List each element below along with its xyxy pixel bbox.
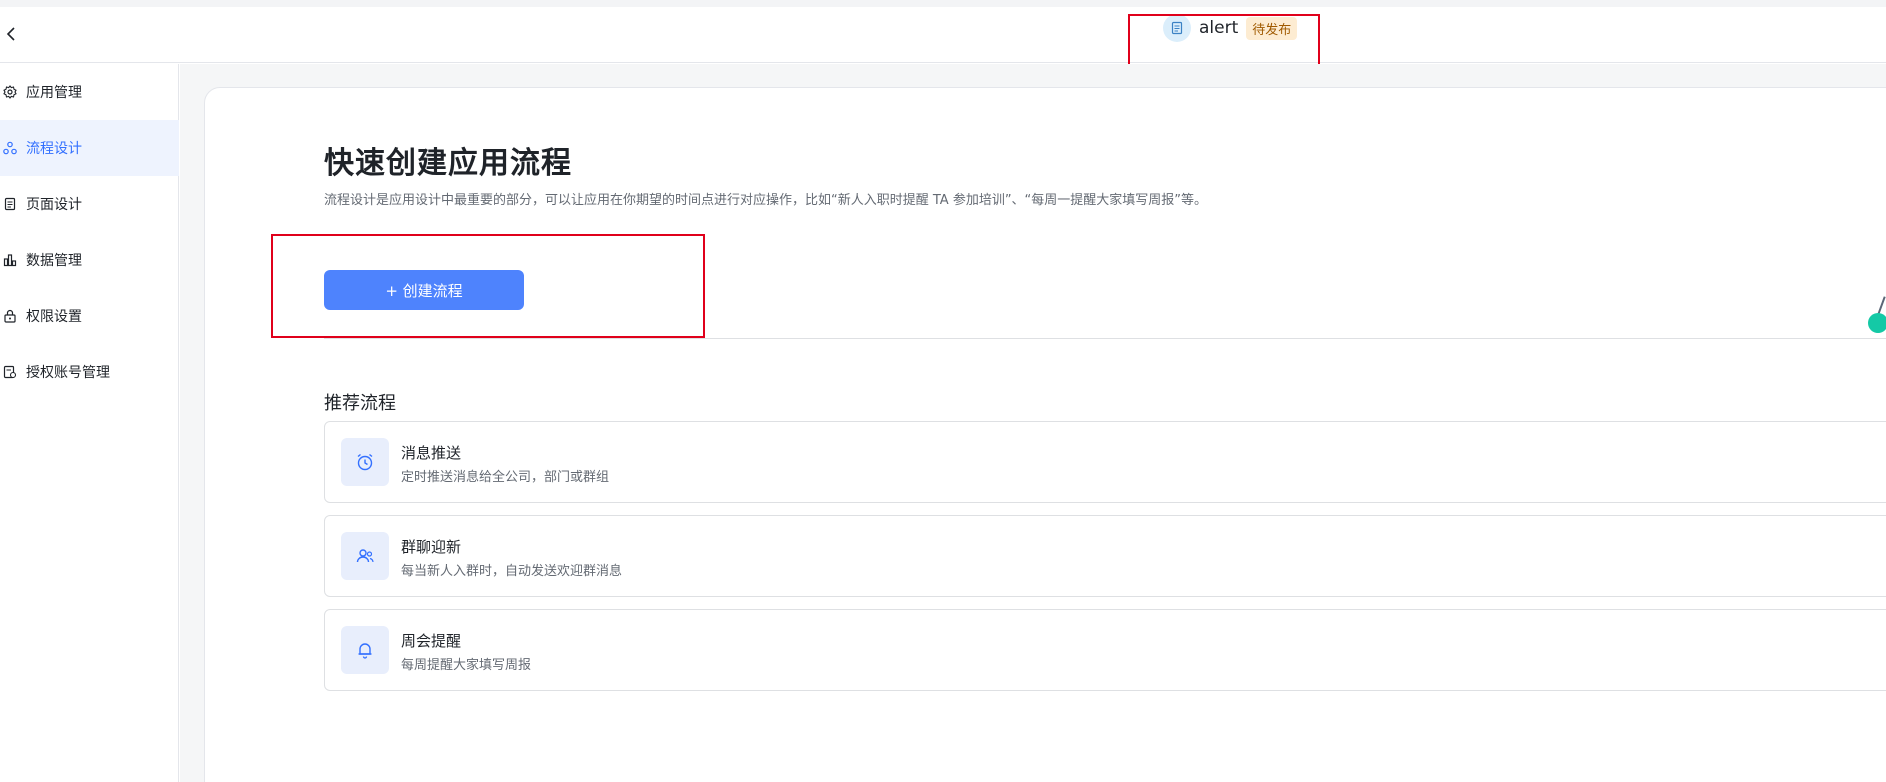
recommend-card-group-welcome[interactable]: 群聊迎新 每当新人入群时，自动发送欢迎群消息 [324, 515, 1886, 597]
sidebar-item-label: 数据管理 [26, 253, 82, 269]
sidebar-item-label: 应用管理 [26, 85, 82, 101]
account-icon [2, 364, 18, 380]
back-button[interactable] [0, 23, 22, 45]
chevron-left-icon [6, 27, 15, 41]
bell-icon [341, 626, 389, 674]
divider [324, 338, 1886, 339]
page-description: 流程设计是应用设计中最重要的部分，可以让应用在你期望的时间点进行对应操作，比如“… [324, 193, 1208, 208]
sidebar-item-permission-settings[interactable]: 权限设置 [0, 288, 179, 344]
header [0, 7, 1886, 63]
sidebar-item-app-management[interactable]: 应用管理 [0, 64, 179, 120]
recommend-name: 周会提醒 [401, 632, 462, 650]
recommend-card-weekly-reminder[interactable]: 周会提醒 每周提醒大家填写周报 [324, 609, 1886, 691]
create-flow-button-label: + 创建流程 [385, 281, 463, 300]
recommend-name: 消息推送 [401, 444, 462, 462]
sidebar-item-label: 页面设计 [26, 197, 82, 213]
status-badge: 待发布 [1246, 16, 1298, 40]
users-icon [341, 532, 389, 580]
recommend-desc: 定时推送消息给全公司，部门或群组 [401, 470, 610, 485]
teal-dot [1868, 313, 1886, 333]
sidebar-item-data-management[interactable]: 数据管理 [0, 232, 179, 288]
page-icon [2, 196, 18, 212]
recommend-desc: 每周提醒大家填写周报 [401, 658, 532, 673]
sidebar-item-authorized-accounts[interactable]: 授权账号管理 [0, 344, 179, 400]
app-name: alert [1199, 18, 1239, 38]
lock-icon [2, 308, 18, 324]
app-title: alert 待发布 [1163, 14, 1298, 42]
sidebar-item-flow-design[interactable]: 流程设计 [0, 120, 179, 176]
top-strip [0, 0, 1886, 7]
sidebar-item-label: 流程设计 [26, 141, 82, 157]
recommend-name: 群聊迎新 [401, 538, 462, 556]
sidebar-item-label: 权限设置 [26, 309, 82, 325]
sidebar-item-label: 授权账号管理 [26, 365, 110, 381]
bar-chart-icon [2, 252, 18, 268]
page-title: 快速创建应用流程 [324, 146, 572, 181]
document-icon [1163, 14, 1191, 42]
sidebar: 应用管理 流程设计 页面设计 数据管理 权限设置 授权账号管理 [0, 64, 179, 782]
create-flow-button[interactable]: + 创建流程 [324, 270, 524, 310]
alarm-clock-icon [341, 438, 389, 486]
flow-icon [2, 140, 18, 156]
recommend-card-message-push[interactable]: 消息推送 定时推送消息给全公司，部门或群组 [324, 421, 1886, 503]
recommend-title: 推荐流程 [324, 393, 396, 414]
gear-icon [2, 84, 18, 100]
recommend-desc: 每当新人入群时，自动发送欢迎群消息 [401, 564, 623, 579]
sidebar-item-page-design[interactable]: 页面设计 [0, 176, 179, 232]
